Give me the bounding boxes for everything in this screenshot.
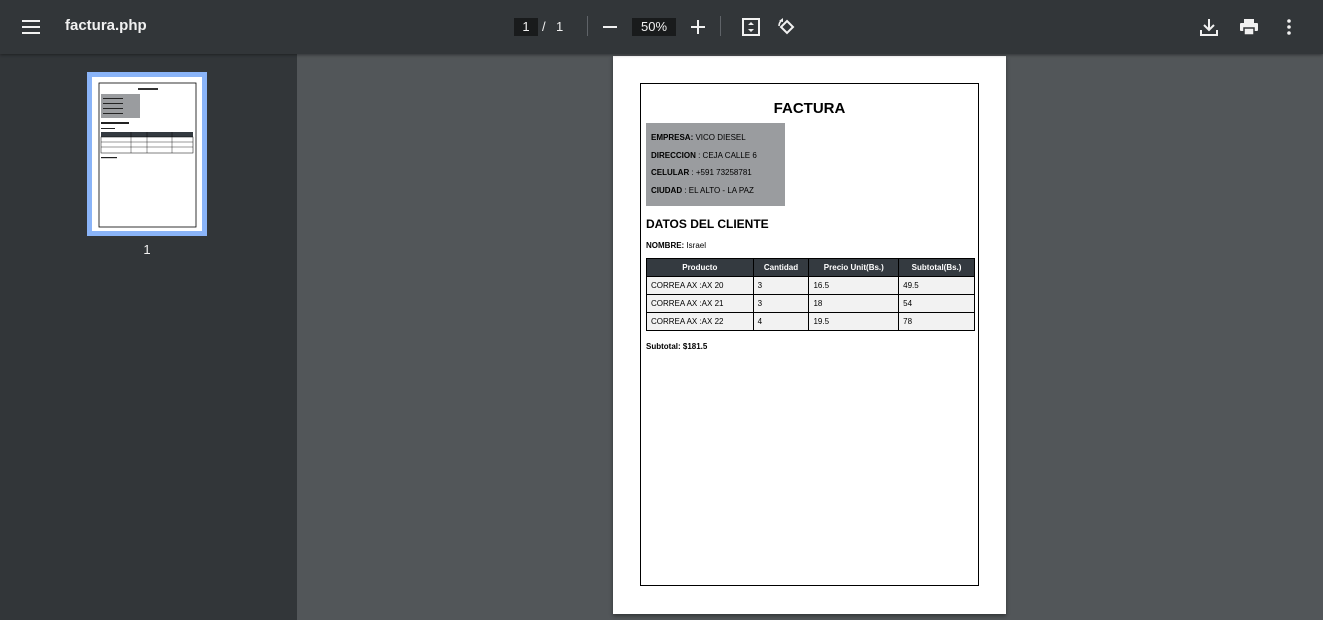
column-header-product: Producto <box>646 258 754 277</box>
company-address-value: : CEJA CALLE 6 <box>695 150 757 160</box>
page-separator: / <box>542 19 546 34</box>
client-name-value: Israel <box>684 241 707 250</box>
company-name-row: EMPRESA: VICO DIESEL <box>651 129 780 147</box>
pdf-page: FACTURA EMPRESA: VICO DIESEL DIRECCION :… <box>613 56 1006 614</box>
column-header-subtotal: Subtotal(Bs.) <box>898 258 975 277</box>
fit-page-button[interactable] <box>735 11 767 43</box>
client-section-heading: DATOS DEL CLIENTE <box>646 217 769 231</box>
invoice-items-table: Producto Cantidad Precio Unit(Bs.) Subto… <box>646 258 975 331</box>
menu-icon <box>22 20 40 34</box>
table-cell: 78 <box>898 312 975 331</box>
invoice-title: FACTURA <box>773 100 846 117</box>
page-number-input[interactable]: 1 <box>514 18 538 36</box>
table-cell: 16.5 <box>808 276 900 295</box>
table-cell: 3 <box>752 294 810 313</box>
company-city-row: CIUDAD : EL ALTO - LA PAZ <box>651 182 780 200</box>
rotate-icon <box>778 18 796 36</box>
table-row: CORREA AX :AX 22 4 19.5 78 <box>646 312 975 331</box>
table-cell: 18 <box>808 294 900 313</box>
table-cell: 19.5 <box>808 312 900 331</box>
company-name-label: EMPRESA: <box>651 133 694 142</box>
zoom-in-button[interactable] <box>682 11 714 43</box>
toolbar-divider <box>587 16 588 36</box>
document-title: factura.php <box>65 17 147 34</box>
company-name-value: VICO DIESEL <box>693 133 746 142</box>
thumbnail-preview <box>92 77 202 231</box>
client-name: NOMBRE: Israel <box>646 241 706 250</box>
more-icon <box>1287 19 1291 35</box>
total-pages: 1 <box>556 19 564 34</box>
column-header-unit-price: Precio Unit(Bs.) <box>808 258 900 277</box>
download-button[interactable] <box>1193 11 1225 43</box>
download-icon <box>1200 18 1218 36</box>
table-cell: CORREA AX :AX 20 <box>646 276 754 295</box>
table-row: CORREA AX :AX 20 3 16.5 49.5 <box>646 276 975 295</box>
company-phone-label: CELULAR <box>651 168 690 177</box>
toolbar-divider <box>720 16 721 36</box>
table-cell: CORREA AX :AX 22 <box>646 312 754 331</box>
document-viewer: FACTURA EMPRESA: VICO DIESEL DIRECCION :… <box>297 54 1323 620</box>
thumbnail-page-number: 1 <box>143 242 151 257</box>
table-cell: 3 <box>752 276 810 295</box>
thumbnail-sidebar: 1 <box>0 54 297 620</box>
company-address-label: DIRECCION <box>651 150 696 160</box>
menu-button[interactable] <box>15 11 47 43</box>
thumbnail-drawing <box>98 82 197 228</box>
fit-page-icon <box>742 18 760 36</box>
print-button[interactable] <box>1233 11 1265 43</box>
invoice-subtotal: Subtotal: $181.5 <box>646 342 708 351</box>
zoom-in-icon <box>691 20 705 34</box>
zoom-out-button[interactable] <box>594 11 626 43</box>
table-cell: 54 <box>898 294 975 313</box>
table-cell: 4 <box>752 312 810 331</box>
zoom-level-input[interactable]: 50% <box>632 18 676 36</box>
company-phone-row: CELULAR : +591 73258781 <box>651 164 780 182</box>
rotate-button[interactable] <box>771 11 803 43</box>
table-cell: 49.5 <box>898 276 975 295</box>
company-address-row: DIRECCION : CEJA CALLE 6 <box>651 147 780 165</box>
company-info-box: EMPRESA: VICO DIESEL DIRECCION : CEJA CA… <box>646 123 785 206</box>
company-phone-value: : +591 73258781 <box>689 168 752 177</box>
zoom-out-icon <box>603 20 617 34</box>
column-header-quantity: Cantidad <box>752 258 810 277</box>
company-city-value: : EL ALTO - LA PAZ <box>682 185 754 195</box>
table-header-row: Producto Cantidad Precio Unit(Bs.) Subto… <box>646 258 975 277</box>
table-row: CORREA AX :AX 21 3 18 54 <box>646 294 975 313</box>
page-thumbnail[interactable] <box>87 72 207 236</box>
table-cell: CORREA AX :AX 21 <box>646 294 754 313</box>
pdf-toolbar: factura.php 1 / 1 50% <box>0 0 1323 54</box>
invoice-frame: FACTURA EMPRESA: VICO DIESEL DIRECCION :… <box>640 83 979 586</box>
client-name-label: NOMBRE: <box>646 241 685 250</box>
company-city-label: CIUDAD <box>651 185 683 195</box>
print-icon <box>1240 19 1258 35</box>
more-actions-button[interactable] <box>1273 11 1305 43</box>
